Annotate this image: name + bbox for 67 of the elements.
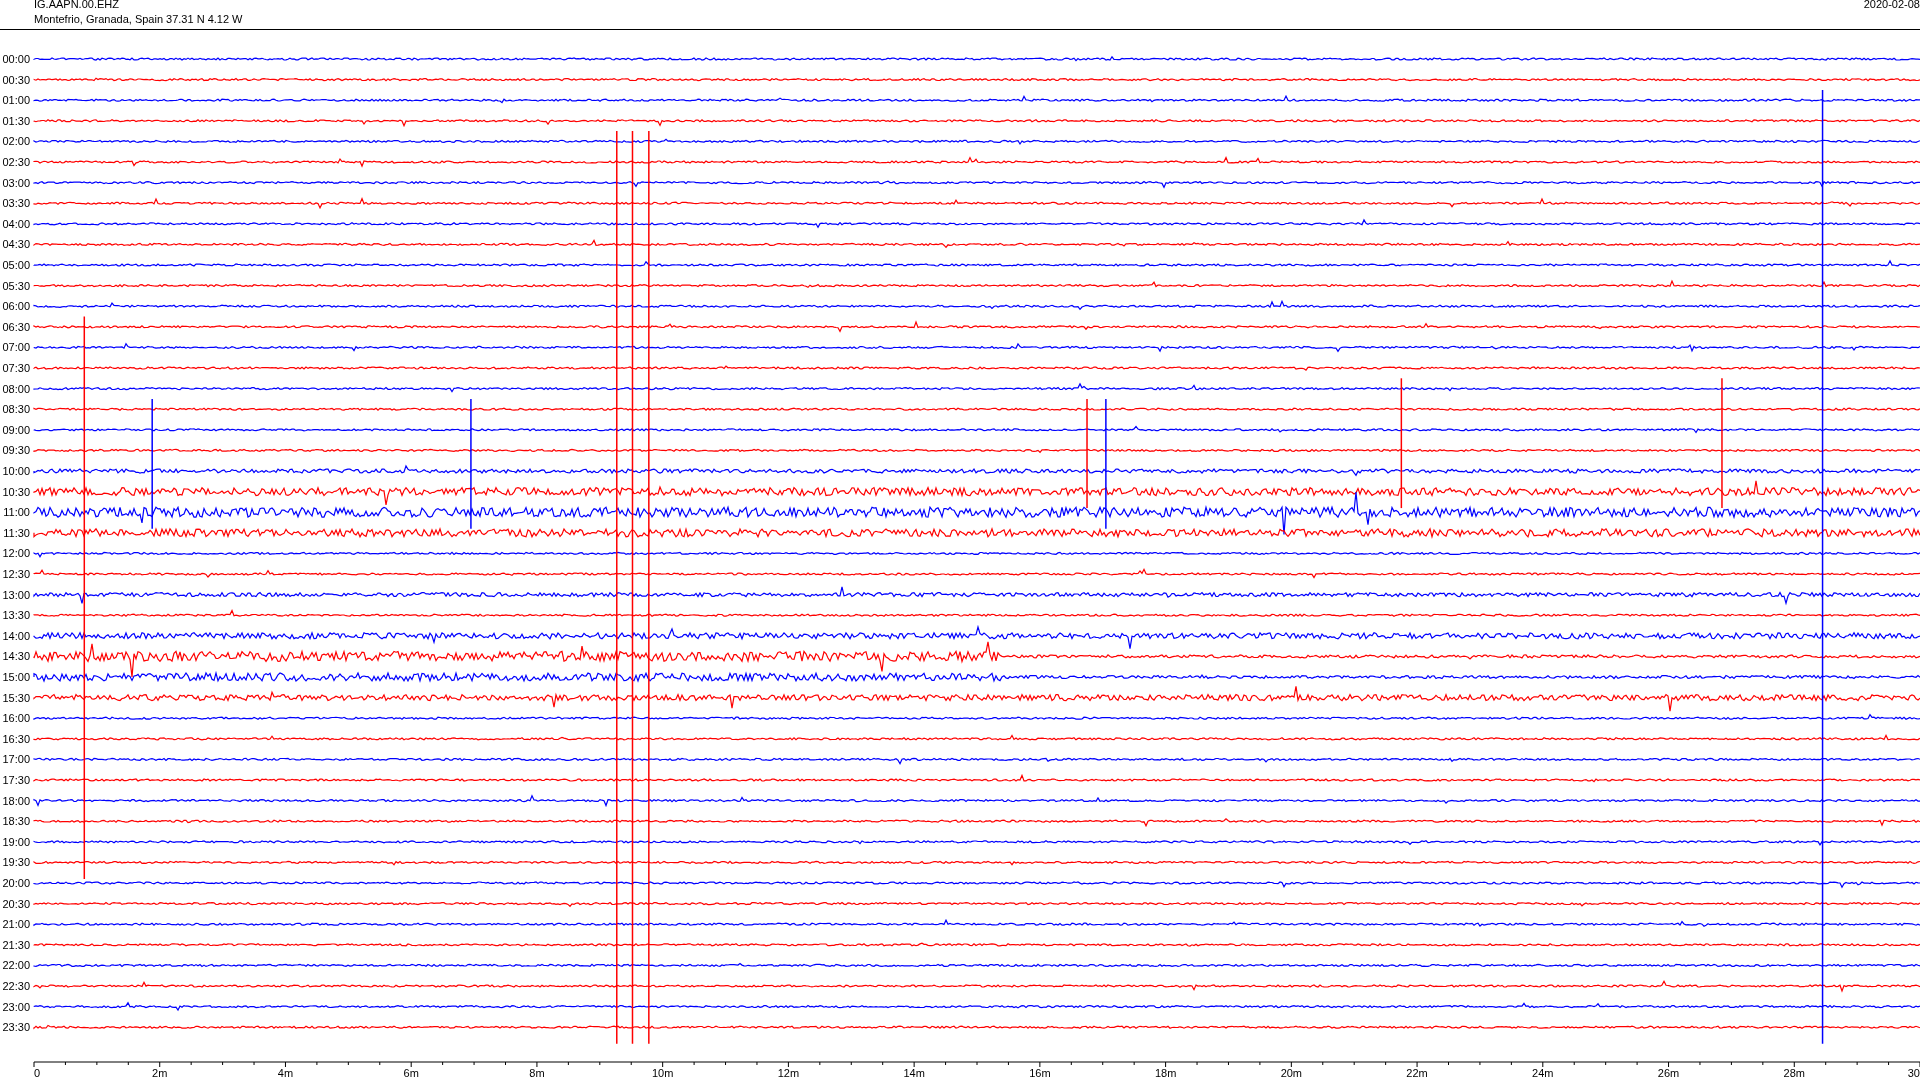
time-label: 01:30 [2,114,30,127]
axis-label: 20m [1280,1067,1303,1079]
axis-label: 14m [903,1067,925,1079]
axis-label: 8m [529,1067,545,1079]
time-label: 16:30 [2,732,30,745]
time-label: 05:30 [2,279,30,292]
time-label: 22:30 [2,980,30,992]
time-label: 06:30 [2,320,30,333]
axis-label: 18m [1154,1067,1177,1079]
time-label: 02:00 [2,135,30,148]
axis-label: 12m [777,1067,800,1079]
axis-label: 4m [277,1067,294,1079]
time-label: 13:30 [2,609,30,622]
axis-label: 10m [651,1067,674,1079]
axis-label: 30 [1907,1067,1920,1079]
time-label: 07:00 [2,341,30,354]
time-label: 03:00 [2,176,30,189]
time-label: 14:00 [2,629,30,642]
time-label: 20:00 [2,877,30,889]
plot-date: 2020-02-08 [1863,0,1920,10]
axis-label: 16m [1029,1067,1051,1079]
axis-label: 6m [403,1067,419,1079]
time-label: 05:00 [2,259,30,271]
time-label: 07:30 [2,362,30,374]
time-label: 03:30 [2,197,30,210]
time-label: 20:30 [2,897,30,910]
time-label: 16:00 [2,712,30,725]
axis-label: 26m [1657,1067,1680,1079]
axis-label: 22m [1406,1067,1428,1079]
time-label: 14:30 [2,650,30,663]
time-label: 18:30 [2,815,30,828]
time-label: 21:00 [2,918,30,931]
axis-label: 28m [1783,1067,1805,1079]
time-label: 15:00 [2,671,30,683]
time-label: 17:30 [2,774,30,786]
time-label: 08:00 [2,382,30,395]
time-label: 08:30 [2,403,30,416]
time-label: 06:00 [2,300,30,313]
time-label: 04:30 [2,238,30,251]
time-label: 00:30 [2,73,30,86]
time-label: 00:00 [2,53,30,65]
time-label: 12:00 [2,547,30,560]
time-label: 10:00 [2,465,30,477]
time-label: 02:30 [2,156,30,168]
time-label: 09:30 [2,444,30,457]
time-label: 21:30 [2,938,30,951]
axis-label: 0 [34,1067,41,1079]
time-label: 23:00 [2,1000,30,1013]
station-code: IG.AAPN.00.EHZ [34,0,119,10]
time-label: 12:30 [2,568,30,580]
time-label: 04:00 [2,217,30,230]
time-label: 23:30 [2,1021,30,1034]
time-label: 09:00 [2,423,30,436]
time-label: 18:00 [2,794,30,807]
time-label: 17:00 [2,753,30,766]
time-label: 10:30 [2,485,30,498]
time-label: 19:00 [2,835,30,848]
axis-label: 2m [152,1067,168,1079]
time-label: 19:30 [2,856,30,869]
time-label: 15:30 [2,691,30,704]
time-label: 13:00 [2,588,30,601]
station-location: Montefrio, Granada, Spain 37.31 N 4.12 W [34,13,243,25]
time-label: 11:00 [3,506,30,519]
axis-label: 24m [1532,1067,1554,1079]
time-label: 01:00 [2,94,30,107]
time-label: 11:30 [3,526,30,539]
time-label: 22:00 [2,959,30,972]
